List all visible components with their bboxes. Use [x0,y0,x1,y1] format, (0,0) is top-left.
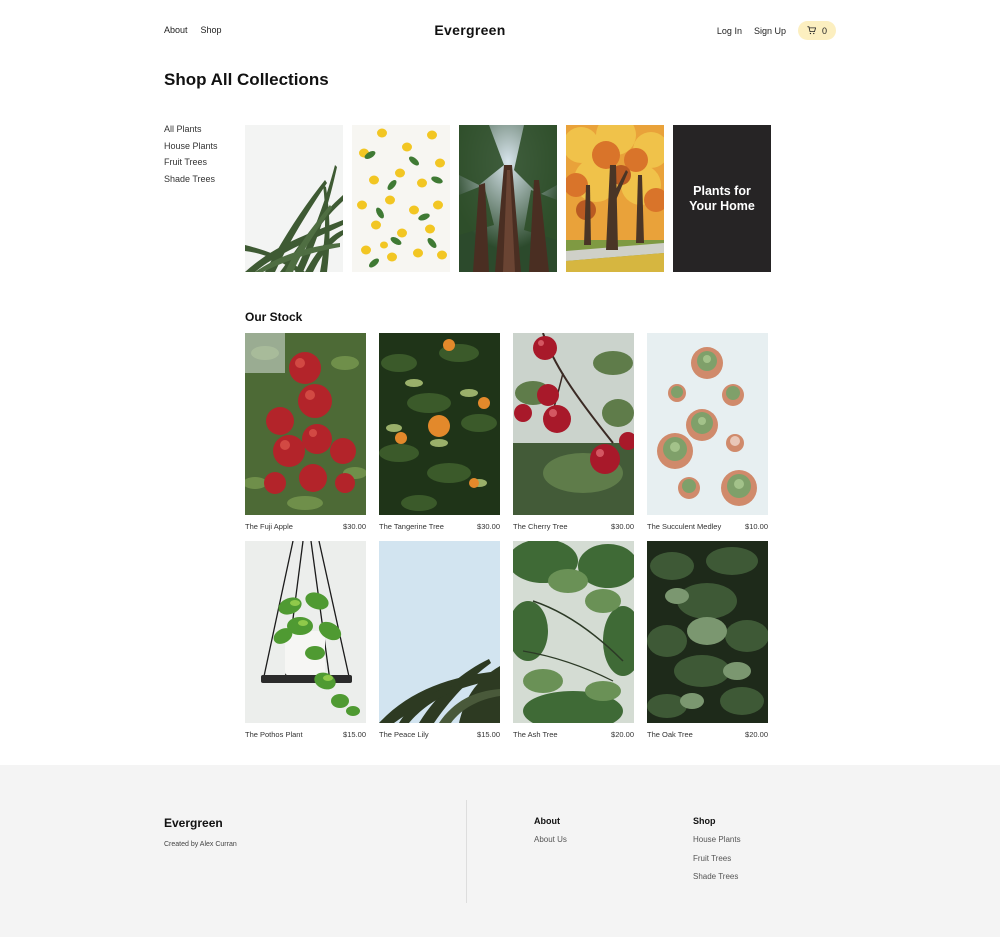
collection-tile-autumn-trees[interactable] [566,125,664,272]
product-grid: The Fuji Apple $30.00 The Tangerine Tree… [245,333,768,740]
product-card-oak-tree[interactable]: The Oak Tree $20.00 [647,541,768,740]
product-image [647,333,768,515]
product-meta: The Cherry Tree $30.00 [513,522,634,532]
product-price: $30.00 [477,522,500,531]
product-meta: The Peace Lily $15.00 [379,730,500,740]
category-sidebar: All Plants House Plants Fruit Trees Shad… [164,124,218,185]
footer-shop-heading: Shop [693,816,716,826]
cart-button[interactable]: 0 [797,21,836,40]
product-name: The Fuji Apple [245,522,293,531]
product-name: The Oak Tree [647,730,693,739]
product-meta: The Tangerine Tree $30.00 [379,522,500,532]
collections-row: Plants for Your Home [245,125,771,272]
sidebar-item-fruit-trees[interactable]: Fruit Trees [164,157,218,169]
product-meta: The Ash Tree $20.00 [513,730,634,740]
product-price: $15.00 [477,730,500,739]
footer-about-column: About About Us [534,816,567,850]
product-name: The Succulent Medley [647,522,722,531]
product-price: $30.00 [343,522,366,531]
product-card-cherry-tree[interactable]: The Cherry Tree $30.00 [513,333,634,532]
product-card-pothos-plant[interactable]: The Pothos Plant $15.00 [245,541,366,740]
cart-count: 0 [821,25,827,36]
product-image [647,541,768,723]
footer-divider [466,800,467,903]
product-name: The Cherry Tree [513,522,568,531]
site-footer: Evergreen Created by Alex Curran About A… [0,765,1000,937]
sidebar-item-all-plants[interactable]: All Plants [164,124,218,136]
product-meta: The Succulent Medley $10.00 [647,522,768,532]
product-name: The Peace Lily [379,730,429,739]
product-card-tangerine-tree[interactable]: The Tangerine Tree $30.00 [379,333,500,532]
product-image [513,333,634,515]
product-image [245,333,366,515]
product-price: $20.00 [611,730,634,739]
cart-icon [807,26,816,35]
footer-link-shade-trees[interactable]: Shade Trees [693,868,741,887]
product-card-succulent-medley[interactable]: The Succulent Medley $10.00 [647,333,768,532]
collection-tile-lemons[interactable] [352,125,450,272]
footer-link-fruit-trees[interactable]: Fruit Trees [693,850,741,869]
login-link[interactable]: Log In [717,26,742,36]
collection-feature-tile[interactable]: Plants for Your Home [673,125,771,272]
footer-credit: Created by Alex Curran [164,841,237,848]
site-header: About Shop Evergreen Log In Sign Up 0 [0,0,1000,62]
product-image [513,541,634,723]
product-name: The Tangerine Tree [379,522,444,531]
sidebar-item-house-plants[interactable]: House Plants [164,141,218,153]
collection-tile-house-plant[interactable] [245,125,343,272]
product-card-fuji-apple[interactable]: The Fuji Apple $30.00 [245,333,366,532]
product-image [379,541,500,723]
product-price: $20.00 [745,730,768,739]
product-price: $30.00 [611,522,634,531]
product-meta: The Fuji Apple $30.00 [245,522,366,532]
product-card-peace-lily[interactable]: The Peace Lily $15.00 [379,541,500,740]
product-meta: The Pothos Plant $15.00 [245,730,366,740]
signup-link[interactable]: Sign Up [754,26,786,36]
footer-link-house-plants[interactable]: House Plants [693,831,741,850]
footer-about-heading: About [534,816,560,826]
product-image [379,333,500,515]
collection-tile-redwoods[interactable] [459,125,557,272]
product-name: The Pothos Plant [245,730,303,739]
stock-heading: Our Stock [245,310,303,324]
product-image [245,541,366,723]
product-price: $10.00 [745,522,768,531]
product-card-ash-tree[interactable]: The Ash Tree $20.00 [513,541,634,740]
product-price: $15.00 [343,730,366,739]
product-name: The Ash Tree [513,730,558,739]
page-title: Shop All Collections [164,70,329,89]
footer-brand: Evergreen [164,816,223,830]
feature-tile-text: Plants for Your Home [689,184,755,213]
sidebar-item-shade-trees[interactable]: Shade Trees [164,174,218,186]
product-meta: The Oak Tree $20.00 [647,730,768,740]
footer-shop-column: Shop House Plants Fruit Trees Shade Tree… [693,816,741,887]
account-nav: Log In Sign Up 0 [717,21,836,40]
footer-link-about-us[interactable]: About Us [534,831,567,850]
